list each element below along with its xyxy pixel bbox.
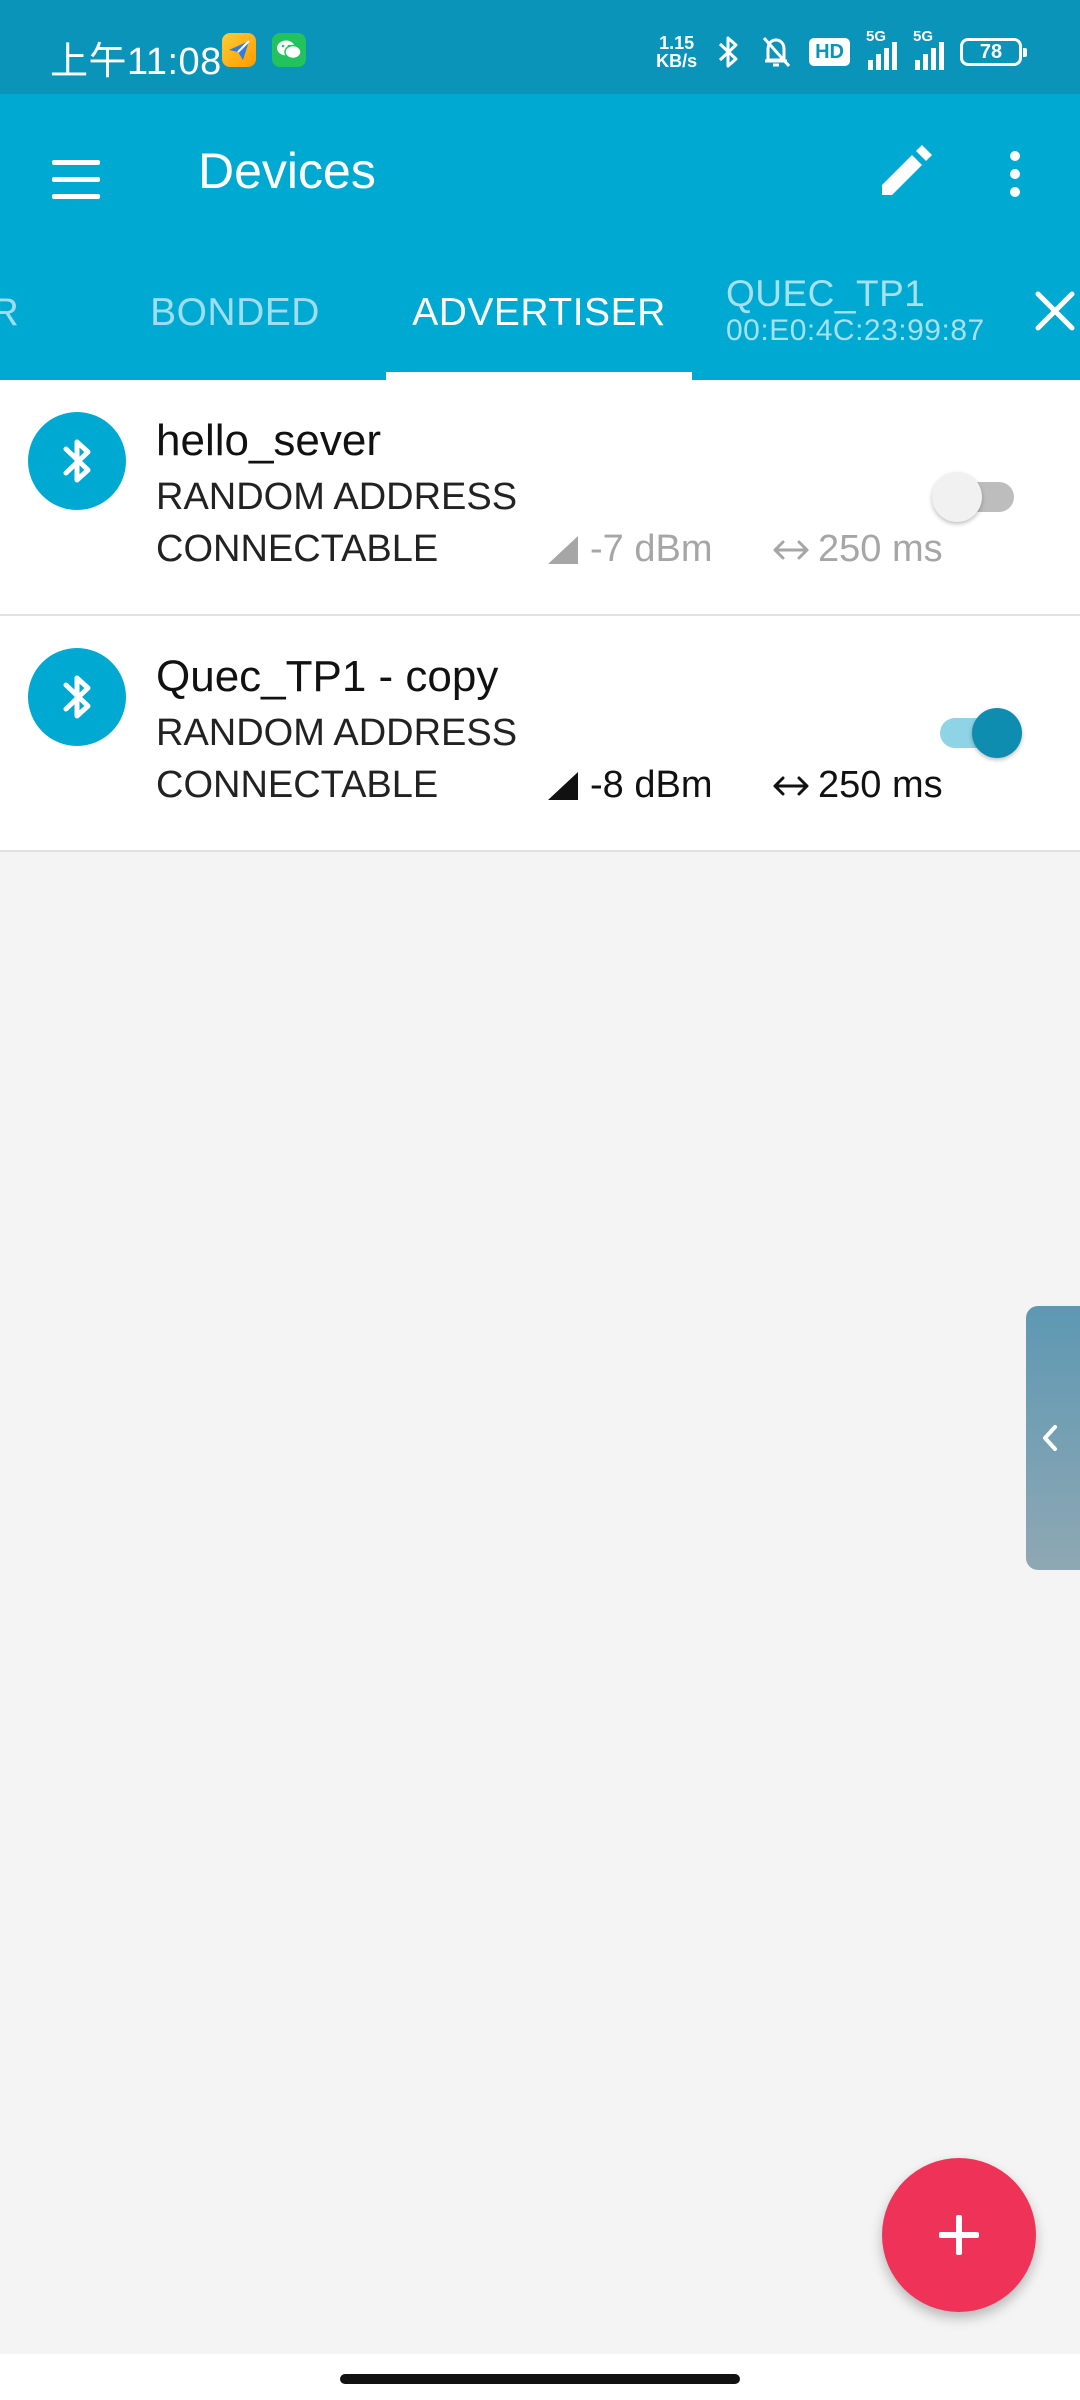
advertiser-toggle[interactable] — [932, 704, 1022, 760]
rssi-info: -8 dBm — [546, 764, 712, 807]
bluetooth-icon — [28, 648, 126, 746]
tab-device-address: 00:E0:4C:23:99:87 — [726, 314, 985, 347]
list-item[interactable]: Quec_TP1 - copy RANDOM ADDRESS CONNECTAB… — [0, 616, 1080, 852]
add-advertiser-button[interactable] — [882, 2158, 1036, 2312]
connectable-label: CONNECTABLE — [156, 528, 439, 570]
battery-icon: 78 — [960, 38, 1027, 66]
net-speed-value: 1.15 — [659, 33, 695, 53]
app-bar: Devices — [0, 94, 1080, 246]
bluetooth-icon — [719, 36, 738, 68]
close-icon — [1035, 291, 1075, 331]
rssi-value: -7 dBm — [590, 528, 713, 570]
more-options-button[interactable] — [990, 139, 1040, 209]
advertiser-toggle[interactable] — [932, 468, 1022, 524]
edit-icon — [882, 145, 932, 195]
gesture-navigation-bar — [0, 2354, 1080, 2400]
address-type: RANDOM ADDRESS — [156, 712, 518, 754]
net-speed-unit: KB/s — [656, 51, 698, 71]
active-tab-indicator — [386, 372, 692, 380]
interval-arrows-icon — [773, 776, 809, 795]
hd-badge: HD — [809, 38, 850, 66]
menu-button[interactable] — [42, 146, 112, 216]
battery-level: 78 — [979, 41, 1003, 63]
edit-button[interactable] — [868, 139, 938, 209]
advertiser-name: Quec_TP1 - copy — [156, 652, 499, 701]
signal-triangle-icon — [548, 771, 578, 800]
status-time: 上午11:08 — [50, 41, 222, 83]
rssi-value: -8 dBm — [590, 764, 713, 806]
signal-2-label: 5G — [913, 28, 934, 45]
tab-bar: R BONDED ADVERTISER QUEC_TP1 00:E0:4C:23… — [0, 246, 1080, 380]
advertiser-name: hello_sever — [156, 416, 382, 465]
signal-triangle-icon — [548, 535, 578, 564]
signal-strength-icon-2: 5G — [913, 28, 944, 70]
home-gesture-handle[interactable] — [340, 2374, 740, 2384]
address-type: RANDOM ADDRESS — [156, 476, 518, 518]
more-vert-icon — [1010, 151, 1020, 161]
close-tab-button[interactable] — [1030, 286, 1080, 336]
interval-value: 250 ms — [818, 764, 943, 806]
page-title: Devices — [198, 143, 376, 199]
status-bar: 上午11:08 1.15 KB/s HD 5G 5G 78 — [0, 0, 1080, 94]
interval-value: 250 ms — [818, 528, 943, 570]
side-panel-handle[interactable] — [1026, 1306, 1080, 1570]
status-indicators: 1.15 KB/s HD 5G 5G 78 — [656, 28, 1027, 76]
chevron-left-icon — [1043, 1425, 1057, 1451]
mute-bell-icon — [762, 37, 791, 67]
tab-advertiser[interactable]: ADVERTISER — [386, 246, 692, 380]
travel-app-icon — [222, 33, 256, 67]
tab-scanner-partial[interactable]: R — [0, 246, 30, 380]
tab-device-quec-tp1[interactable]: QUEC_TP1 00:E0:4C:23:99:87 — [726, 246, 1026, 380]
advertiser-list: hello_sever RANDOM ADDRESS CONNECTABLE -… — [0, 380, 1080, 852]
connectable-label: CONNECTABLE — [156, 764, 439, 806]
menu-icon — [52, 160, 100, 165]
interval-info: 250 ms — [772, 528, 943, 571]
tab-bonded[interactable]: BONDED — [130, 246, 340, 380]
interval-arrows-icon — [773, 540, 809, 559]
signal-1-label: 5G — [866, 28, 887, 45]
wechat-icon — [272, 33, 306, 67]
rssi-info: -7 dBm — [546, 528, 712, 571]
signal-strength-icon: 5G — [866, 28, 897, 70]
tab-device-name: QUEC_TP1 — [726, 273, 926, 314]
list-item[interactable]: hello_sever RANDOM ADDRESS CONNECTABLE -… — [0, 380, 1080, 616]
bluetooth-icon — [28, 412, 126, 510]
interval-info: 250 ms — [772, 764, 943, 807]
network-speed: 1.15 KB/s — [656, 34, 697, 70]
